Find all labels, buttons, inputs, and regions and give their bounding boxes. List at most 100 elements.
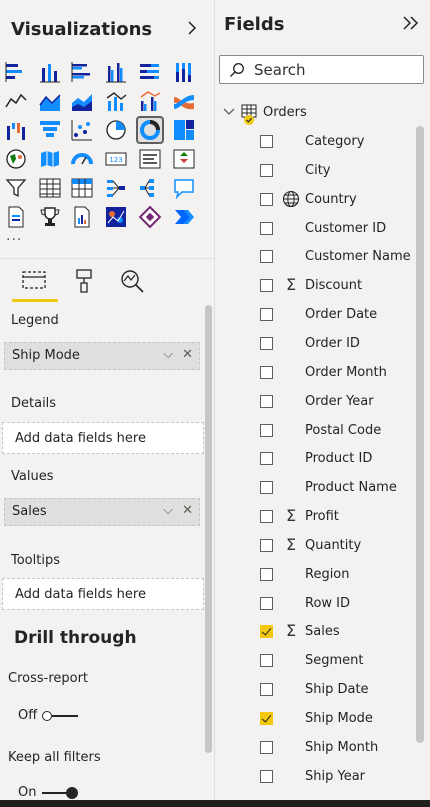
field-checkbox[interactable] (260, 135, 273, 148)
field-row[interactable]: Ship Month (258, 737, 418, 759)
field-row[interactable]: Category (258, 131, 418, 153)
field-checkbox[interactable] (260, 712, 273, 725)
field-checkbox[interactable] (260, 568, 273, 581)
details-well[interactable]: Add data fields here (2, 422, 204, 454)
field-row[interactable]: Region (258, 564, 418, 586)
line-and-column-chart-icon[interactable] (104, 89, 128, 113)
gauge-icon[interactable] (70, 147, 94, 171)
field-row[interactable]: Σ Profit (258, 506, 418, 528)
stacked-area-chart-icon[interactable] (70, 89, 94, 113)
chevron-down-icon[interactable]: ⌵ (163, 347, 173, 362)
remove-icon[interactable]: ✕ (182, 503, 193, 518)
waterfall-chart-icon[interactable] (4, 118, 28, 142)
field-row[interactable]: Σ Quantity (258, 535, 418, 557)
field-row[interactable]: Customer ID (258, 218, 418, 240)
field-row[interactable]: Ship Mode (258, 708, 418, 730)
table-icon[interactable] (38, 176, 62, 200)
tooltips-well[interactable]: Add data fields here (2, 578, 204, 610)
field-row[interactable]: Order Month (258, 362, 418, 384)
trophy-icon[interactable] (38, 205, 62, 229)
field-checkbox[interactable] (260, 452, 273, 465)
double-chevron-right-icon[interactable] (402, 14, 420, 37)
filled-map-icon[interactable] (38, 147, 62, 171)
field-checkbox[interactable] (260, 597, 273, 610)
donut-chart-icon[interactable] (136, 116, 164, 144)
field-row[interactable]: Ship Date (258, 679, 418, 701)
field-checkbox[interactable] (260, 279, 273, 292)
map-icon[interactable] (4, 147, 28, 171)
fields-tab-icon[interactable] (20, 267, 48, 295)
line-chart-icon[interactable] (4, 89, 28, 113)
fields-scrollbar[interactable] (416, 126, 424, 743)
field-checkbox[interactable] (260, 250, 273, 263)
card-icon[interactable]: 123 (104, 147, 128, 171)
field-checkbox[interactable] (260, 222, 273, 235)
power-apps-icon[interactable] (138, 205, 162, 229)
analytics-icon[interactable] (118, 267, 146, 295)
keep-all-filters-toggle[interactable] (42, 785, 82, 801)
slicer-icon[interactable] (4, 176, 28, 200)
key-influencers-icon[interactable] (104, 176, 128, 200)
stacked-column-chart-icon[interactable] (38, 60, 62, 84)
area-chart-icon[interactable] (38, 89, 62, 113)
field-checkbox[interactable] (260, 424, 273, 437)
field-row[interactable]: Country (258, 189, 418, 211)
field-row[interactable]: Σ Discount (258, 275, 418, 297)
field-row[interactable]: Product ID (258, 448, 418, 470)
field-checkbox[interactable] (260, 654, 273, 667)
field-checkbox[interactable] (260, 510, 273, 523)
field-checkbox[interactable] (260, 164, 273, 177)
field-row[interactable]: Postal Code (258, 420, 418, 442)
field-row[interactable]: Customer Name (258, 246, 418, 268)
100-stacked-column-chart-icon[interactable] (172, 60, 196, 84)
remove-icon[interactable]: ✕ (182, 347, 193, 362)
search-input[interactable] (252, 60, 416, 80)
clustered-bar-chart-icon[interactable] (70, 60, 94, 84)
field-checkbox[interactable] (260, 770, 273, 783)
paginated-report-icon[interactable] (4, 205, 28, 229)
field-checkbox[interactable] (260, 308, 273, 321)
matrix-icon[interactable] (70, 176, 94, 200)
ribbon-chart-icon[interactable] (172, 89, 196, 113)
multi-row-card-icon[interactable] (138, 147, 162, 171)
field-checkbox[interactable] (260, 366, 273, 379)
search-box[interactable] (219, 55, 424, 84)
cross-report-toggle[interactable] (42, 708, 82, 724)
power-automate-icon[interactable] (172, 205, 196, 229)
viz-scrollbar[interactable] (205, 305, 212, 753)
values-well[interactable]: Sales ⌵ ✕ (4, 498, 200, 526)
scatter-chart-icon[interactable] (70, 118, 94, 142)
line-and-clustered-column-chart-icon[interactable] (138, 89, 162, 113)
field-row[interactable]: Segment (258, 650, 418, 672)
field-checkbox[interactable] (260, 741, 273, 754)
field-checkbox[interactable] (260, 625, 273, 638)
field-checkbox[interactable] (260, 481, 273, 494)
field-row[interactable]: Ship Year (258, 766, 418, 788)
field-checkbox[interactable] (260, 193, 273, 206)
field-row[interactable]: Σ Sales (258, 621, 418, 643)
more-visuals-button[interactable]: ··· (6, 232, 22, 248)
field-row[interactable]: City (258, 160, 418, 182)
field-row[interactable]: Order Year (258, 391, 418, 413)
chevron-right-icon[interactable] (186, 19, 198, 42)
python-visual-icon[interactable] (104, 205, 128, 229)
chevron-down-icon[interactable]: ⌵ (163, 503, 173, 518)
pie-chart-icon[interactable] (104, 118, 128, 142)
field-row[interactable]: Product Name (258, 477, 418, 499)
funnel-chart-icon[interactable] (38, 118, 62, 142)
table-orders[interactable]: Orders (223, 102, 413, 125)
field-row[interactable]: Row ID (258, 593, 418, 615)
legend-well[interactable]: Ship Mode ⌵ ✕ (4, 342, 200, 370)
decomposition-tree-icon[interactable] (138, 176, 162, 200)
field-row[interactable]: Order ID (258, 333, 418, 355)
stacked-bar-chart-icon[interactable] (4, 60, 28, 84)
chevron-down-icon[interactable] (223, 107, 235, 117)
format-paint-icon[interactable] (70, 267, 98, 295)
100-stacked-bar-chart-icon[interactable] (138, 60, 162, 84)
field-row[interactable]: Order Date (258, 304, 418, 326)
field-checkbox[interactable] (260, 683, 273, 696)
treemap-icon[interactable] (172, 118, 196, 142)
field-checkbox[interactable] (260, 395, 273, 408)
smart-narrative-icon[interactable] (70, 205, 94, 229)
kpi-icon[interactable] (172, 147, 196, 171)
